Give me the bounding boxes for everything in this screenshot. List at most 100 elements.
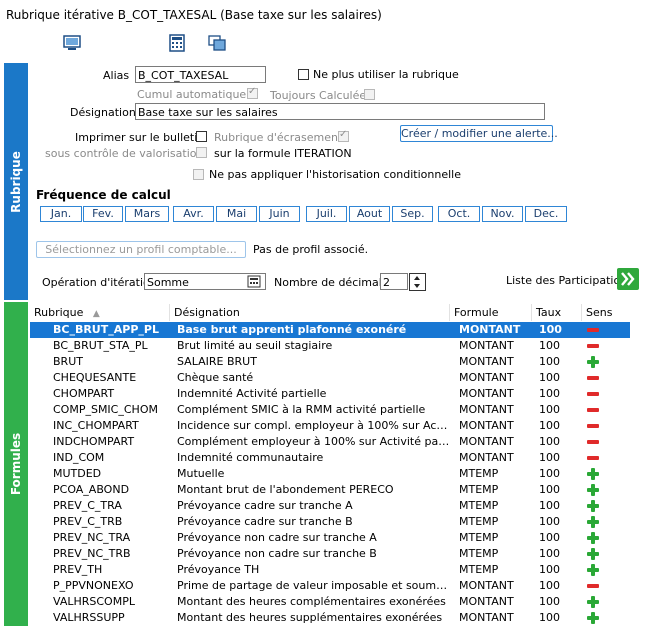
month-button[interactable]: Juil. bbox=[306, 206, 347, 222]
plus-icon[interactable] bbox=[587, 516, 599, 528]
monitor-icon[interactable] bbox=[62, 34, 82, 52]
historisation-checkbox[interactable] bbox=[193, 169, 204, 180]
formules-grid: Rubrique ▲ Désignation Formule Taux Sens… bbox=[30, 304, 630, 626]
month-button[interactable]: Dec. bbox=[525, 206, 567, 222]
taux-cell: 100 bbox=[539, 483, 560, 496]
imprimer-label: Imprimer sur le bulletin bbox=[75, 131, 205, 144]
spinner-icon[interactable] bbox=[409, 273, 426, 291]
table-row[interactable]: BRUT SALAIRE BRUT MONTANT 100 bbox=[30, 354, 630, 370]
table-row[interactable]: CHEQUESANTE Chèque santé MONTANT 100 bbox=[30, 370, 630, 386]
month-button[interactable]: Mai bbox=[216, 206, 257, 222]
tab-rubrique[interactable]: Rubrique bbox=[4, 63, 28, 300]
minus-icon[interactable] bbox=[587, 340, 599, 352]
table-row[interactable]: VALHRSCOMPL Montant des heures complément… bbox=[30, 594, 630, 610]
month-button[interactable]: Jan. bbox=[40, 206, 82, 222]
plus-icon[interactable] bbox=[587, 468, 599, 480]
plus-icon[interactable] bbox=[587, 500, 599, 512]
month-button[interactable]: Oct. bbox=[438, 206, 480, 222]
iteration-formula-checkbox[interactable] bbox=[196, 147, 207, 158]
minus-icon[interactable] bbox=[587, 372, 599, 384]
operation-label: Opération d'itération bbox=[42, 276, 157, 289]
month-button[interactable]: Mars bbox=[125, 206, 169, 222]
table-row[interactable]: BC_BRUT_STA_PL Brut limité au seuil stagi… bbox=[30, 338, 630, 354]
column-header-sens[interactable]: Sens bbox=[582, 304, 630, 321]
minus-icon[interactable] bbox=[587, 436, 599, 448]
plus-icon[interactable] bbox=[587, 532, 599, 544]
designation-cell: Incidence sur compl. employeur à 100% su… bbox=[177, 419, 450, 432]
designation-cell: Indemnité Activité partielle bbox=[177, 387, 327, 400]
double-chevron-right-icon[interactable] bbox=[617, 268, 639, 290]
taux-cell: 100 bbox=[539, 339, 560, 352]
taux-cell: 100 bbox=[539, 547, 560, 560]
rubrique-cell: CHOMPART bbox=[53, 387, 115, 400]
toujours-checkbox[interactable] bbox=[364, 89, 375, 100]
minus-icon[interactable] bbox=[587, 420, 599, 432]
column-header-taux[interactable]: Taux bbox=[532, 304, 582, 321]
table-row[interactable]: INDCHOMPART Complément employeur à 100% s… bbox=[30, 434, 630, 450]
calculator-icon[interactable] bbox=[167, 34, 187, 52]
table-row[interactable]: PREV_NC_TRA Prévoyance non cadre sur tran… bbox=[30, 530, 630, 546]
formule-cell: MONTANT bbox=[459, 611, 514, 624]
designation-cell: Base brut apprenti plafonné exonéré bbox=[177, 323, 407, 336]
plus-icon[interactable] bbox=[587, 356, 599, 368]
table-row[interactable]: COMP_SMIC_CHOM Complément SMIC à la RMM a… bbox=[30, 402, 630, 418]
formule-cell: MONTANT bbox=[459, 403, 514, 416]
designation-cell: Prévoyance cadre sur tranche A bbox=[177, 499, 353, 512]
minus-icon[interactable] bbox=[587, 404, 599, 416]
plus-icon[interactable] bbox=[587, 596, 599, 608]
plus-icon[interactable] bbox=[587, 484, 599, 496]
designation-cell: Prévoyance cadre sur tranche B bbox=[177, 515, 353, 528]
windows-icon[interactable] bbox=[207, 34, 227, 52]
table-row[interactable]: CHOMPART Indemnité Activité partielle MONT… bbox=[30, 386, 630, 402]
sous-controle-label: sous contrôle de valorisation bbox=[45, 147, 204, 160]
alert-button[interactable]: Créer / modifier une alerte... bbox=[400, 125, 558, 142]
tab-formules[interactable]: Formules bbox=[4, 302, 28, 626]
table-row[interactable]: PREV_TH Prévoyance TH MTEMP 100 bbox=[30, 562, 630, 578]
table-row[interactable]: MUTDED Mutuelle MTEMP 100 bbox=[30, 466, 630, 482]
table-row[interactable]: PREV_NC_TRB Prévoyance non cadre sur tran… bbox=[30, 546, 630, 562]
frequence-label: Fréquence de calcul bbox=[36, 188, 171, 202]
plus-icon[interactable] bbox=[587, 612, 599, 624]
table-row[interactable]: VALHRSSUPP Montant des heures supplémenta… bbox=[30, 610, 630, 626]
month-button[interactable]: Juin bbox=[259, 206, 300, 222]
formule-cell: MTEMP bbox=[459, 547, 499, 560]
minus-icon[interactable] bbox=[587, 388, 599, 400]
month-button[interactable]: Aout bbox=[349, 206, 390, 222]
month-button[interactable]: Avr. bbox=[173, 206, 214, 222]
table-row[interactable]: BC_BRUT_APP_PL Base brut apprenti plafonn… bbox=[30, 322, 630, 338]
ecrasement-checkbox[interactable] bbox=[338, 129, 349, 142]
column-header-rubrique[interactable]: Rubrique ▲ bbox=[30, 304, 170, 321]
table-row[interactable]: PREV_C_TRA Prévoyance cadre sur tranche A… bbox=[30, 498, 630, 514]
month-button[interactable]: Fev. bbox=[83, 206, 123, 222]
table-row[interactable]: INC_CHOMPART Incidence sur compl. employe… bbox=[30, 418, 630, 434]
minus-icon[interactable] bbox=[587, 452, 599, 464]
decimales-input[interactable]: 2 bbox=[380, 273, 408, 290]
column-header-formule[interactable]: Formule bbox=[450, 304, 532, 321]
calculator-small-icon[interactable] bbox=[247, 275, 261, 288]
designation-input[interactable]: Base taxe sur les salaires bbox=[135, 103, 545, 120]
minus-icon[interactable] bbox=[587, 580, 599, 592]
rubrique-cell: PREV_NC_TRA bbox=[53, 531, 131, 544]
month-button[interactable]: Nov. bbox=[482, 206, 523, 222]
table-row[interactable]: P_PPVNONEXO Prime de partage de valeur im… bbox=[30, 578, 630, 594]
table-row[interactable]: PCOA_ABOND Montant brut de l'abondement P… bbox=[30, 482, 630, 498]
minus-icon[interactable] bbox=[587, 324, 599, 336]
historisation-label: Ne pas appliquer l'historisation conditi… bbox=[209, 168, 461, 181]
no-use-label: Ne plus utiliser la rubrique bbox=[313, 68, 459, 81]
designation-cell: Complément SMIC à la RMM activité partie… bbox=[177, 403, 426, 416]
column-header-designation[interactable]: Désignation bbox=[170, 304, 450, 321]
rubrique-cell: BC_BRUT_STA_PL bbox=[53, 339, 148, 352]
plus-icon[interactable] bbox=[587, 548, 599, 560]
table-row[interactable]: PREV_C_TRB Prévoyance cadre sur tranche B… bbox=[30, 514, 630, 530]
no-use-checkbox[interactable] bbox=[298, 69, 309, 80]
profil-button[interactable]: Sélectionnez un profil comptable... bbox=[36, 241, 246, 258]
rubrique-cell: PREV_C_TRB bbox=[53, 515, 123, 528]
designation-cell: Prévoyance non cadre sur tranche B bbox=[177, 547, 377, 560]
imprimer-checkbox[interactable] bbox=[196, 131, 207, 142]
table-row[interactable]: IND_COM Indemnité communautaire MONTANT 100 bbox=[30, 450, 630, 466]
plus-icon[interactable] bbox=[587, 564, 599, 576]
alias-input[interactable]: B_COT_TAXESAL bbox=[135, 66, 266, 83]
month-button[interactable]: Sep. bbox=[392, 206, 433, 222]
formule-cell: MONTANT bbox=[459, 451, 514, 464]
cumul-checkbox[interactable] bbox=[247, 86, 258, 99]
